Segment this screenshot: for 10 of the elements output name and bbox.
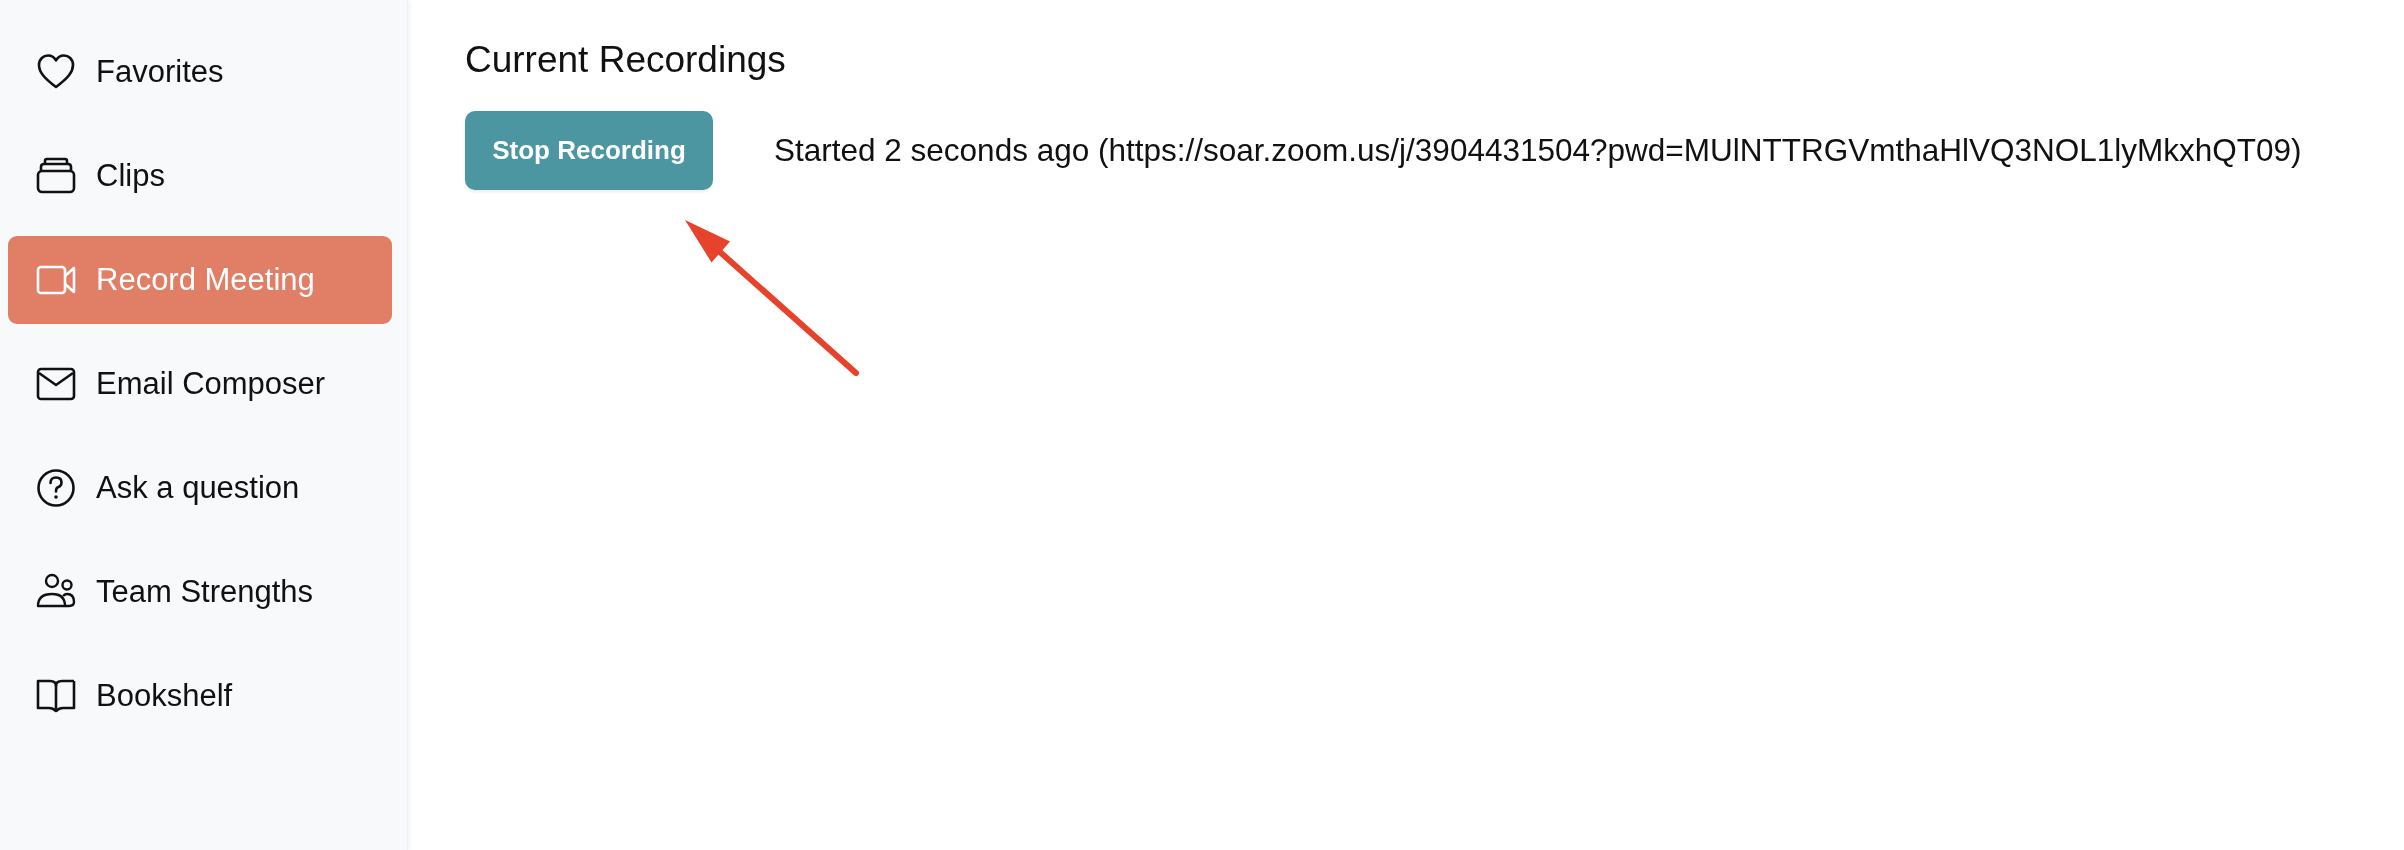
question-circle-icon <box>36 468 76 508</box>
sidebar-item[interactable]: Favorites <box>8 28 392 116</box>
recording-status-text: Started 2 seconds ago (https://soar.zoom.us/j/3904431504?pwd=MUlNTTRGVmthaHlVQ3NOL1lyMkxhQT09) <box>774 132 2302 169</box>
sidebar-item[interactable]: Bookshelf <box>8 652 392 740</box>
sidebar-item[interactable]: Team Strengths <box>8 548 392 636</box>
sidebar-item[interactable]: Ask a question <box>8 444 392 532</box>
stacked-cards-icon <box>36 156 76 196</box>
sidebar-item[interactable]: Email Composer <box>8 340 392 428</box>
section-heading: Current Recordings <box>465 38 786 82</box>
sidebar-item[interactable]: Clips <box>8 132 392 220</box>
